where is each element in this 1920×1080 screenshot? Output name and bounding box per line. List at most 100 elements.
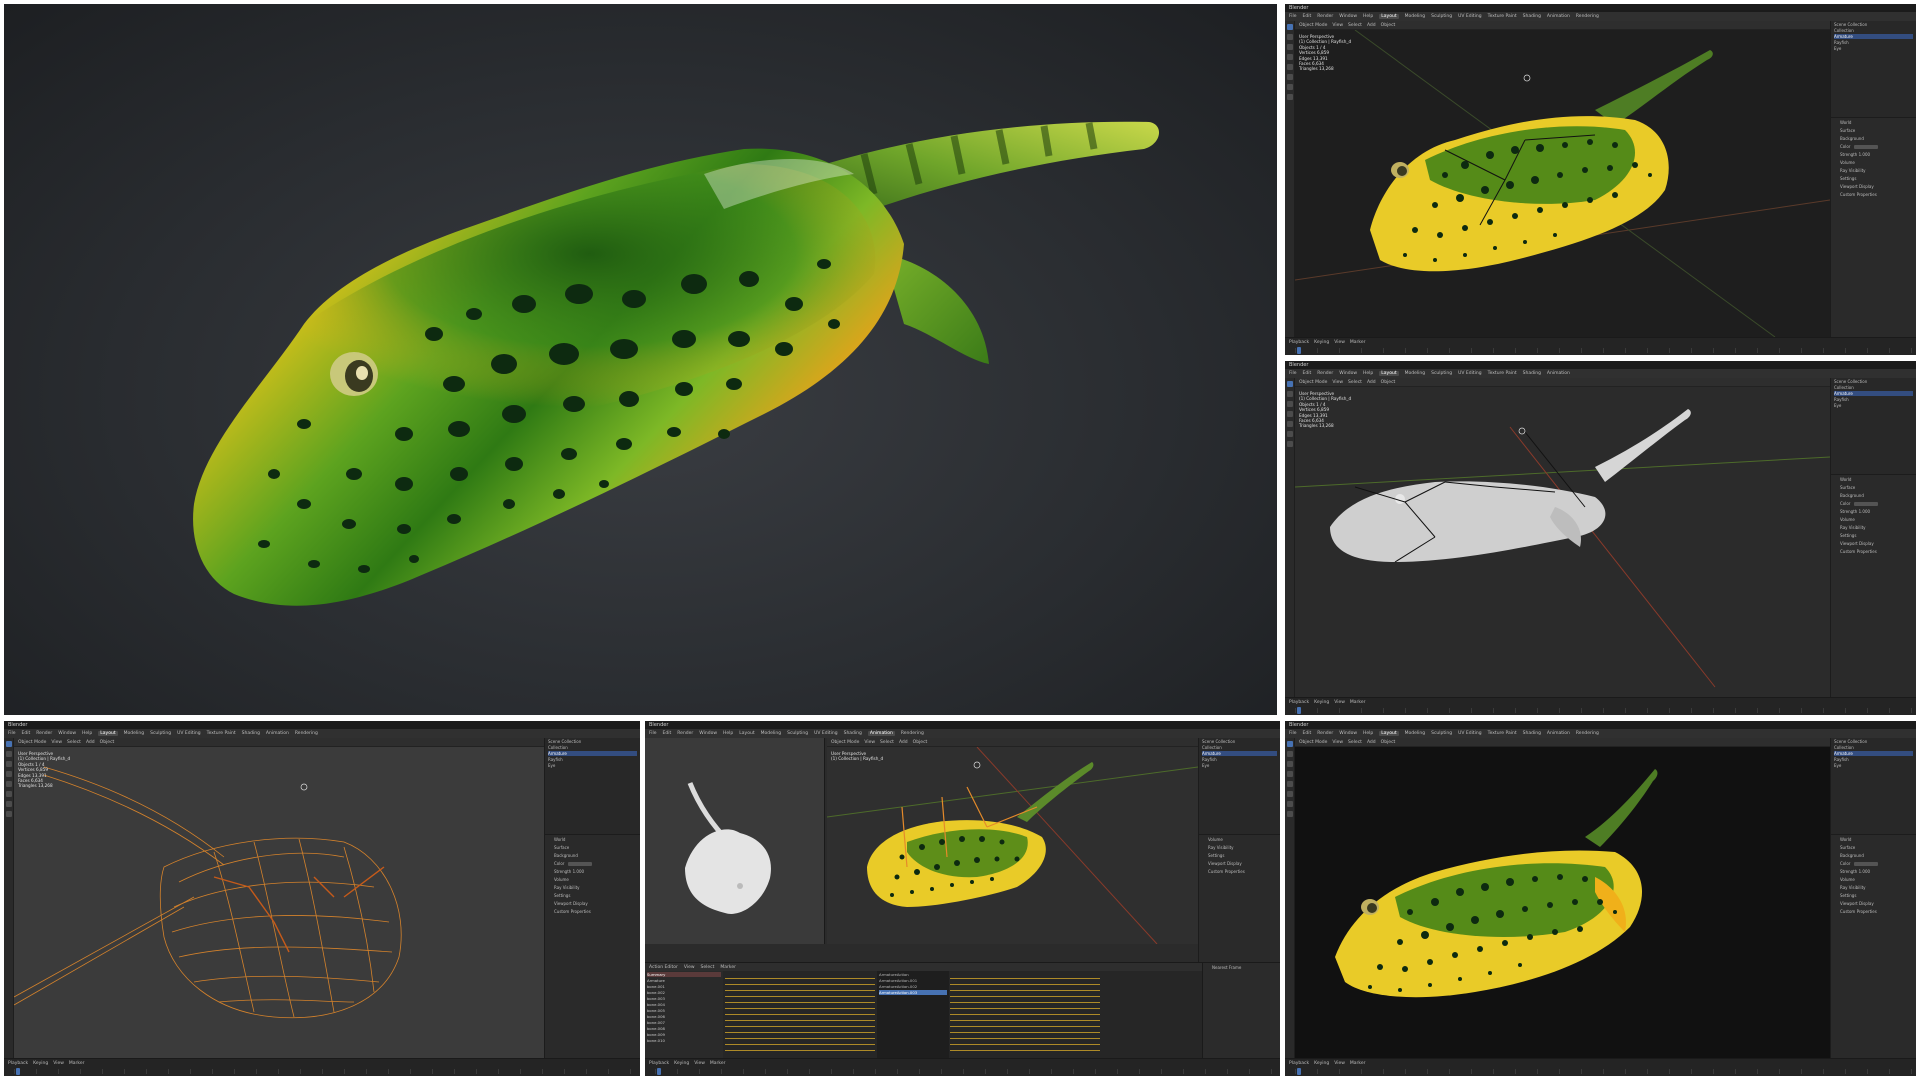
mode-selector[interactable]: Object Mode <box>1299 23 1327 28</box>
action-item[interactable]: ArmatureAction <box>879 972 947 977</box>
prop-section-volume[interactable]: Volume <box>554 877 637 883</box>
channel-bone[interactable]: bone.009 <box>647 1032 721 1037</box>
outliner-collection[interactable]: Collection <box>1202 745 1277 750</box>
menu-render[interactable]: Render <box>1317 371 1333 376</box>
prop-surface[interactable]: Surface <box>1840 845 1913 851</box>
dopesheet-mode[interactable]: Action Editor <box>649 965 678 970</box>
select-tool-icon[interactable] <box>1286 381 1293 387</box>
tab-uv-editing[interactable]: UV Editing <box>177 731 200 736</box>
prop-color[interactable]: Color <box>1840 144 1913 150</box>
rotate-tool-icon[interactable] <box>1286 411 1293 417</box>
timeline-playback[interactable]: Playback <box>649 1061 669 1066</box>
move-tool-icon[interactable] <box>1286 401 1293 407</box>
timeline-ruler[interactable] <box>1295 348 1912 353</box>
tab-shading[interactable]: Shading <box>844 731 862 736</box>
menu-render[interactable]: Render <box>1317 731 1333 736</box>
menu-select[interactable]: Select <box>1348 23 1362 28</box>
prop-section-settings[interactable]: Settings <box>554 893 637 899</box>
prop-section-custom[interactable]: Custom Properties <box>1208 869 1277 875</box>
menu-select[interactable]: Select <box>880 740 894 745</box>
prop-section-custom[interactable]: Custom Properties <box>1840 192 1913 198</box>
cursor-tool-icon[interactable] <box>1286 34 1293 40</box>
select-tool-icon[interactable] <box>1286 24 1293 30</box>
keyframes-region-2[interactable] <box>950 975 1100 1054</box>
timeline-marker[interactable]: Marker <box>1350 700 1366 705</box>
tab-sculpting[interactable]: Sculpting <box>1431 14 1452 19</box>
menu-edit[interactable]: Edit <box>1303 731 1312 736</box>
scale-tool-icon[interactable] <box>1286 421 1293 427</box>
dopesheet-select[interactable]: Select <box>701 965 715 970</box>
prop-section-custom[interactable]: Custom Properties <box>554 909 637 915</box>
playhead[interactable] <box>657 1068 661 1075</box>
outliner-item-eye[interactable]: Eye <box>1834 46 1913 51</box>
channel-bone[interactable]: bone.004 <box>647 1002 721 1007</box>
select-tool-icon[interactable] <box>1286 741 1293 747</box>
outliner-item-rayfish[interactable]: Rayfish <box>1834 40 1913 45</box>
prop-section-ray-visibility[interactable]: Ray Visibility <box>1840 885 1913 891</box>
cursor-tool-icon[interactable] <box>5 751 12 757</box>
tab-shading[interactable]: Shading <box>242 731 260 736</box>
prop-section-viewport-display[interactable]: Viewport Display <box>1840 901 1913 907</box>
channel-bone[interactable]: bone.008 <box>647 1026 721 1031</box>
tab-modeling[interactable]: Modeling <box>761 731 781 736</box>
prop-surface-type[interactable]: Background <box>1840 853 1913 859</box>
menu-object[interactable]: Object <box>1381 740 1396 745</box>
outliner-item-rayfish[interactable]: Rayfish <box>548 757 637 762</box>
dopesheet-view[interactable]: View <box>684 965 695 970</box>
outliner-collection[interactable]: Collection <box>548 745 637 750</box>
timeline-view[interactable]: View <box>1334 1061 1345 1066</box>
tab-uv-editing[interactable]: UV Editing <box>814 731 837 736</box>
channel-summary[interactable]: Summary <box>647 972 721 977</box>
menu-file[interactable]: File <box>1289 731 1297 736</box>
menu-help[interactable]: Help <box>82 731 92 736</box>
prop-surface-type[interactable]: Background <box>1840 136 1913 142</box>
tab-layout[interactable]: Layout <box>1379 371 1399 376</box>
annotate-tool-icon[interactable] <box>5 801 12 807</box>
menu-window[interactable]: Window <box>699 731 717 736</box>
menu-file[interactable]: File <box>1289 371 1297 376</box>
prop-section-ray-visibility[interactable]: Ray Visibility <box>1840 525 1913 531</box>
prop-strength[interactable]: Strength 1.000 <box>1840 869 1913 875</box>
prop-section-settings[interactable]: Settings <box>1840 533 1913 539</box>
menu-edit[interactable]: Edit <box>663 731 672 736</box>
tab-rendering[interactable]: Rendering <box>1576 731 1599 736</box>
outliner-item-rayfish[interactable]: Rayfish <box>1202 757 1277 762</box>
outliner-scene-collection[interactable]: Scene Collection <box>1834 22 1913 27</box>
menu-object[interactable]: Object <box>913 740 928 745</box>
transform-tool-icon[interactable] <box>1286 431 1293 437</box>
menu-view[interactable]: View <box>51 740 62 745</box>
prop-section-settings[interactable]: Settings <box>1840 893 1913 899</box>
outliner-item-armature[interactable]: Armature <box>1834 34 1913 39</box>
move-tool-icon[interactable] <box>1286 44 1293 50</box>
prop-section-volume[interactable]: Volume <box>1840 517 1913 523</box>
tab-texture-paint[interactable]: Texture Paint <box>1488 14 1517 19</box>
menu-add[interactable]: Add <box>1367 380 1376 385</box>
channel-bone[interactable]: bone.005 <box>647 1008 721 1013</box>
channel-bone[interactable]: bone.010 <box>647 1038 721 1043</box>
prop-section-custom[interactable]: Custom Properties <box>1840 909 1913 915</box>
prop-section-ray-visibility[interactable]: Ray Visibility <box>1840 168 1913 174</box>
menu-object[interactable]: Object <box>1381 23 1396 28</box>
scale-tool-icon[interactable] <box>5 781 12 787</box>
3d-viewport[interactable]: User Perspective (1) Collection | Rayfis… <box>1295 30 1830 337</box>
outliner-item-eye[interactable]: Eye <box>1834 403 1913 408</box>
prop-section-viewport-display[interactable]: Viewport Display <box>1208 861 1277 867</box>
tab-shading[interactable]: Shading <box>1523 14 1541 19</box>
measure-tool-icon[interactable] <box>1286 94 1293 100</box>
menu-window[interactable]: Window <box>1339 371 1357 376</box>
menu-window[interactable]: Window <box>1339 731 1357 736</box>
tab-texture-paint[interactable]: Texture Paint <box>1488 731 1517 736</box>
prop-strength[interactable]: Strength 1.000 <box>1840 152 1913 158</box>
menu-add[interactable]: Add <box>899 740 908 745</box>
menu-file[interactable]: File <box>1289 14 1297 19</box>
timeline-playback[interactable]: Playback <box>1289 700 1309 705</box>
scale-tool-icon[interactable] <box>1286 64 1293 70</box>
menu-edit[interactable]: Edit <box>1303 14 1312 19</box>
channel-bone[interactable]: bone.007 <box>647 1020 721 1025</box>
menu-help[interactable]: Help <box>723 731 733 736</box>
tab-texture-paint[interactable]: Texture Paint <box>1488 371 1517 376</box>
3d-viewport[interactable]: User Perspective (1) Collection | Rayfis… <box>1295 387 1830 697</box>
prop-section-viewport-display[interactable]: Viewport Display <box>1840 541 1913 547</box>
timeline-playback[interactable]: Playback <box>8 1061 28 1066</box>
menu-object[interactable]: Object <box>100 740 115 745</box>
